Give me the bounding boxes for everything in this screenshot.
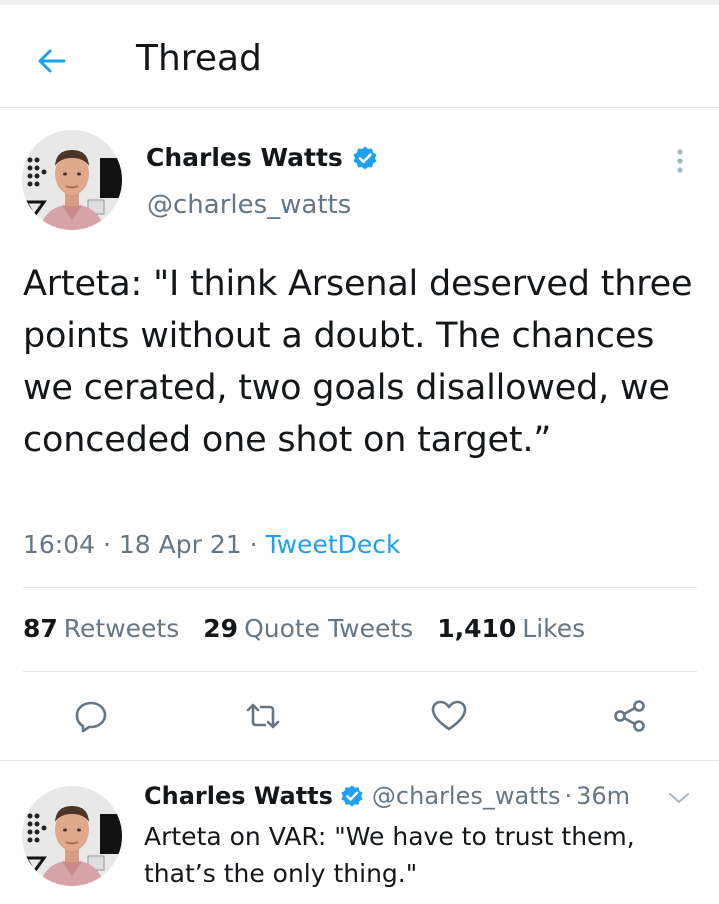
quote-tweets-count: 29	[203, 614, 239, 643]
reply-dot: ·	[564, 782, 573, 810]
tweet-time: 16:04	[23, 530, 96, 559]
more-vertical-icon	[677, 149, 683, 173]
retweets-label: Retweets	[63, 614, 180, 643]
divider	[23, 587, 697, 588]
thread-separator	[0, 760, 719, 761]
meta-separator: ·	[241, 530, 266, 559]
share-icon	[614, 700, 645, 732]
tweet-action-bar	[0, 690, 719, 746]
avatar[interactable]	[22, 130, 122, 230]
retweet-button[interactable]	[243, 696, 283, 736]
author-handle[interactable]: @charles_watts	[147, 190, 351, 220]
tweet-stats: 87 Retweets 29 Quote Tweets 1,410 Likes	[23, 614, 609, 643]
chevron-down-icon	[669, 793, 689, 803]
tweet-text: Arteta: "I think Arsenal deserved three …	[23, 264, 693, 460]
retweet-icon	[246, 703, 280, 729]
tweet-source-link[interactable]: TweetDeck	[266, 530, 401, 559]
tweet-meta: 16:04 · 18 Apr 21 · TweetDeck	[23, 530, 401, 559]
retweets-count: 87	[23, 614, 58, 643]
reply-handle[interactable]: @charles_watts	[372, 782, 561, 810]
meta-separator: ·	[95, 530, 119, 559]
author-name-row[interactable]: Charles Watts	[146, 143, 378, 172]
likes-count: 1,410	[437, 614, 517, 643]
reply-text: Arteta on VAR: "We have to trust them, t…	[144, 822, 635, 888]
quote-tweets-stat[interactable]: 29 Quote Tweets	[203, 614, 413, 643]
more-options-button[interactable]	[668, 146, 692, 176]
verified-badge-icon	[340, 784, 364, 808]
reply-icon	[75, 701, 107, 733]
likes-stat[interactable]: 1,410 Likes	[437, 614, 585, 643]
retweets-stat[interactable]: 87 Retweets	[23, 614, 179, 643]
reply-button[interactable]	[71, 696, 111, 736]
likes-label: Likes	[522, 614, 586, 643]
page-title: Thread	[136, 38, 262, 79]
divider	[23, 671, 697, 672]
author-display-name[interactable]: Charles Watts	[146, 143, 343, 172]
reply-options-button[interactable]	[666, 788, 692, 808]
reply-avatar[interactable]	[22, 786, 122, 886]
like-icon	[431, 700, 467, 731]
back-button[interactable]	[34, 43, 70, 79]
reply-time: 36m	[576, 782, 631, 810]
share-button[interactable]	[610, 696, 650, 736]
like-button[interactable]	[429, 696, 469, 736]
reply-display-name[interactable]: Charles Watts	[144, 782, 333, 810]
thread-header: Thread	[0, 5, 719, 108]
arrow-left-icon	[38, 49, 66, 73]
quote-tweets-label: Quote Tweets	[244, 614, 414, 643]
verified-badge-icon	[352, 145, 378, 171]
tweet-date: 18 Apr 21	[118, 530, 242, 559]
reply-header: Charles Watts @charles_watts · 36m	[144, 782, 630, 810]
